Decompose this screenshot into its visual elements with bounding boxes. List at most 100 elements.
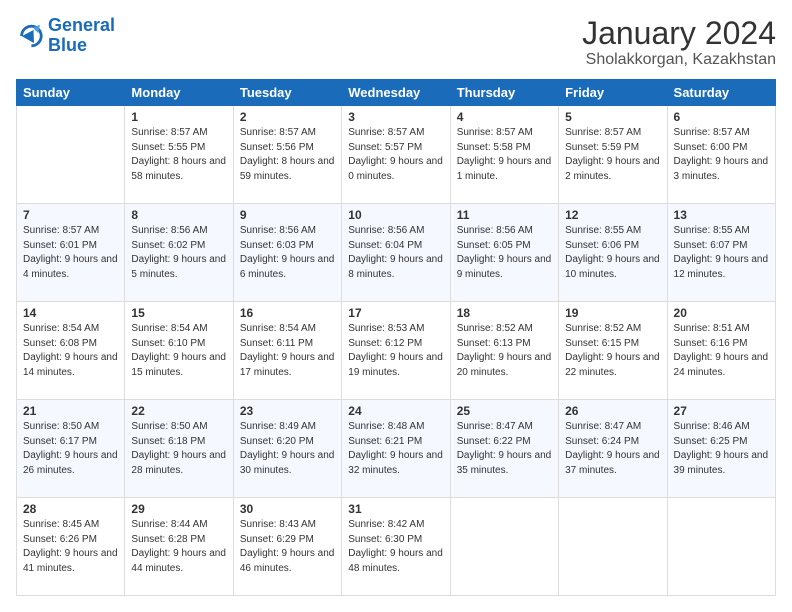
day-number: 25 (457, 404, 552, 418)
table-row: 2 Sunrise: 8:57 AMSunset: 5:56 PMDaylight… (233, 106, 341, 204)
col-thursday: Thursday (450, 80, 558, 106)
day-info: Sunrise: 8:50 AMSunset: 6:17 PMDaylight:… (23, 420, 118, 478)
table-row: 6Sunrise: 8:57 AMSunset: 6:00 PMDaylight… (667, 106, 775, 204)
day-info: Sunrise: 8:54 AMSunset: 6:08 PMDaylight:… (23, 322, 118, 380)
day-number: 3 (348, 110, 443, 124)
table-row: 1 Sunrise: 8:57 AMSunset: 5:55 PMDaylight… (125, 106, 233, 204)
day-number: 6 (674, 110, 769, 124)
table-row: 20 Sunrise: 8:51 AMSunset: 6:16 PMDayligh… (667, 302, 775, 400)
day-number: 4 (457, 110, 552, 124)
calendar-header-row: Sunday Monday Tuesday Wednesday Thursday… (17, 80, 776, 106)
day-number: 7 (23, 208, 118, 222)
table-row (559, 498, 667, 596)
table-row: 23 Sunrise: 8:49 AMSunset: 6:20 PMDayligh… (233, 400, 341, 498)
day-number: 22 (131, 404, 226, 418)
calendar-week-5: 28 Sunrise: 8:45 AMSunset: 6:26 PMDayligh… (17, 498, 776, 596)
day-number: 24 (348, 404, 443, 418)
day-info: Sunrise: 8:57 AMSunset: 5:57 PMDaylight:… (348, 126, 443, 184)
table-row: 14 Sunrise: 8:54 AMSunset: 6:08 PMDayligh… (17, 302, 125, 400)
day-info: Sunrise: 8:52 AMSunset: 6:15 PMDaylight:… (565, 322, 660, 380)
day-number: 29 (131, 502, 226, 516)
day-info: Sunrise: 8:46 AMSunset: 6:25 PMDaylight:… (674, 420, 769, 478)
day-number: 2 (240, 110, 335, 124)
day-number: 16 (240, 306, 335, 320)
day-info: Sunrise: 8:45 AMSunset: 6:26 PMDaylight:… (23, 518, 118, 576)
day-number: 12 (565, 208, 660, 222)
table-row: 30Sunrise: 8:43 AMSunset: 6:29 PMDayligh… (233, 498, 341, 596)
day-number: 14 (23, 306, 118, 320)
day-info: Sunrise: 8:52 AMSunset: 6:13 PMDaylight:… (457, 322, 552, 380)
day-number: 19 (565, 306, 660, 320)
day-number: 27 (674, 404, 769, 418)
table-row (450, 498, 558, 596)
day-number: 18 (457, 306, 552, 320)
table-row: 13 Sunrise: 8:55 AMSunset: 6:07 PMDayligh… (667, 204, 775, 302)
day-info: Sunrise: 8:56 AMSunset: 6:05 PMDaylight:… (457, 224, 552, 282)
day-number: 10 (348, 208, 443, 222)
day-number: 8 (131, 208, 226, 222)
day-number: 28 (23, 502, 118, 516)
day-number: 15 (131, 306, 226, 320)
table-row: 10 Sunrise: 8:56 AMSunset: 6:04 PMDayligh… (342, 204, 450, 302)
day-info: Sunrise: 8:50 AMSunset: 6:18 PMDaylight:… (131, 420, 226, 478)
day-info: Sunrise: 8:44 AMSunset: 6:28 PMDaylight:… (131, 518, 226, 576)
day-number: 23 (240, 404, 335, 418)
day-info: Sunrise: 8:54 AMSunset: 6:10 PMDaylight:… (131, 322, 226, 380)
title-block: January 2024 Sholakkorgan, Kazakhstan (582, 16, 776, 69)
col-sunday: Sunday (17, 80, 125, 106)
day-number: 20 (674, 306, 769, 320)
table-row: 22 Sunrise: 8:50 AMSunset: 6:18 PMDayligh… (125, 400, 233, 498)
day-number: 26 (565, 404, 660, 418)
table-row: 15 Sunrise: 8:54 AMSunset: 6:10 PMDayligh… (125, 302, 233, 400)
table-row: 29 Sunrise: 8:44 AMSunset: 6:28 PMDayligh… (125, 498, 233, 596)
table-row: 17Sunrise: 8:53 AMSunset: 6:12 PMDayligh… (342, 302, 450, 400)
day-info: Sunrise: 8:56 AMSunset: 6:03 PMDaylight:… (240, 224, 335, 282)
day-info: Sunrise: 8:57 AMSunset: 5:58 PMDaylight:… (457, 126, 552, 184)
table-row: 7 Sunrise: 8:57 AMSunset: 6:01 PMDaylight… (17, 204, 125, 302)
table-row: 18 Sunrise: 8:52 AMSunset: 6:13 PMDayligh… (450, 302, 558, 400)
table-row: 5Sunrise: 8:57 AMSunset: 5:59 PMDaylight… (559, 106, 667, 204)
day-info: Sunrise: 8:49 AMSunset: 6:20 PMDaylight:… (240, 420, 335, 478)
col-friday: Friday (559, 80, 667, 106)
day-info: Sunrise: 8:55 AMSunset: 6:06 PMDaylight:… (565, 224, 660, 282)
table-row (667, 498, 775, 596)
day-number: 1 (131, 110, 226, 124)
table-row: 27 Sunrise: 8:46 AMSunset: 6:25 PMDayligh… (667, 400, 775, 498)
table-row: 12 Sunrise: 8:55 AMSunset: 6:06 PMDayligh… (559, 204, 667, 302)
subtitle: Sholakkorgan, Kazakhstan (582, 51, 776, 69)
calendar-week-1: 1 Sunrise: 8:57 AMSunset: 5:55 PMDaylight… (17, 106, 776, 204)
table-row: 26Sunrise: 8:47 AMSunset: 6:24 PMDayligh… (559, 400, 667, 498)
table-row: 3 Sunrise: 8:57 AMSunset: 5:57 PMDaylight… (342, 106, 450, 204)
day-number: 9 (240, 208, 335, 222)
day-info: Sunrise: 8:43 AMSunset: 6:29 PMDaylight:… (240, 518, 335, 576)
table-row: 19 Sunrise: 8:52 AMSunset: 6:15 PMDayligh… (559, 302, 667, 400)
table-row: 11 Sunrise: 8:56 AMSunset: 6:05 PMDayligh… (450, 204, 558, 302)
calendar-week-2: 7 Sunrise: 8:57 AMSunset: 6:01 PMDaylight… (17, 204, 776, 302)
table-row: 28 Sunrise: 8:45 AMSunset: 6:26 PMDayligh… (17, 498, 125, 596)
table-row: 31 Sunrise: 8:42 AMSunset: 6:30 PMDayligh… (342, 498, 450, 596)
day-info: Sunrise: 8:57 AMSunset: 5:56 PMDaylight:… (240, 126, 335, 184)
table-row: 24 Sunrise: 8:48 AMSunset: 6:21 PMDayligh… (342, 400, 450, 498)
day-number: 13 (674, 208, 769, 222)
day-number: 11 (457, 208, 552, 222)
table-row: 8Sunrise: 8:56 AMSunset: 6:02 PMDaylight… (125, 204, 233, 302)
day-info: Sunrise: 8:56 AMSunset: 6:04 PMDaylight:… (348, 224, 443, 282)
table-row: 4 Sunrise: 8:57 AMSunset: 5:58 PMDaylight… (450, 106, 558, 204)
day-info: Sunrise: 8:51 AMSunset: 6:16 PMDaylight:… (674, 322, 769, 380)
table-row: 16 Sunrise: 8:54 AMSunset: 6:11 PMDayligh… (233, 302, 341, 400)
day-info: Sunrise: 8:57 AMSunset: 6:01 PMDaylight:… (23, 224, 118, 282)
day-info: Sunrise: 8:57 AMSunset: 5:59 PMDaylight:… (565, 126, 660, 184)
day-info: Sunrise: 8:54 AMSunset: 6:11 PMDaylight:… (240, 322, 335, 380)
day-info: Sunrise: 8:53 AMSunset: 6:12 PMDaylight:… (348, 322, 443, 380)
calendar-week-4: 21Sunrise: 8:50 AMSunset: 6:17 PMDayligh… (17, 400, 776, 498)
logo-text: General Blue (48, 16, 115, 56)
day-info: Sunrise: 8:42 AMSunset: 6:30 PMDaylight:… (348, 518, 443, 576)
day-number: 31 (348, 502, 443, 516)
col-tuesday: Tuesday (233, 80, 341, 106)
day-info: Sunrise: 8:48 AMSunset: 6:21 PMDaylight:… (348, 420, 443, 478)
col-monday: Monday (125, 80, 233, 106)
logo-blue: Blue (48, 35, 87, 55)
calendar-table: Sunday Monday Tuesday Wednesday Thursday… (16, 79, 776, 596)
day-info: Sunrise: 8:55 AMSunset: 6:07 PMDaylight:… (674, 224, 769, 282)
day-info: Sunrise: 8:57 AMSunset: 5:55 PMDaylight:… (131, 126, 226, 184)
